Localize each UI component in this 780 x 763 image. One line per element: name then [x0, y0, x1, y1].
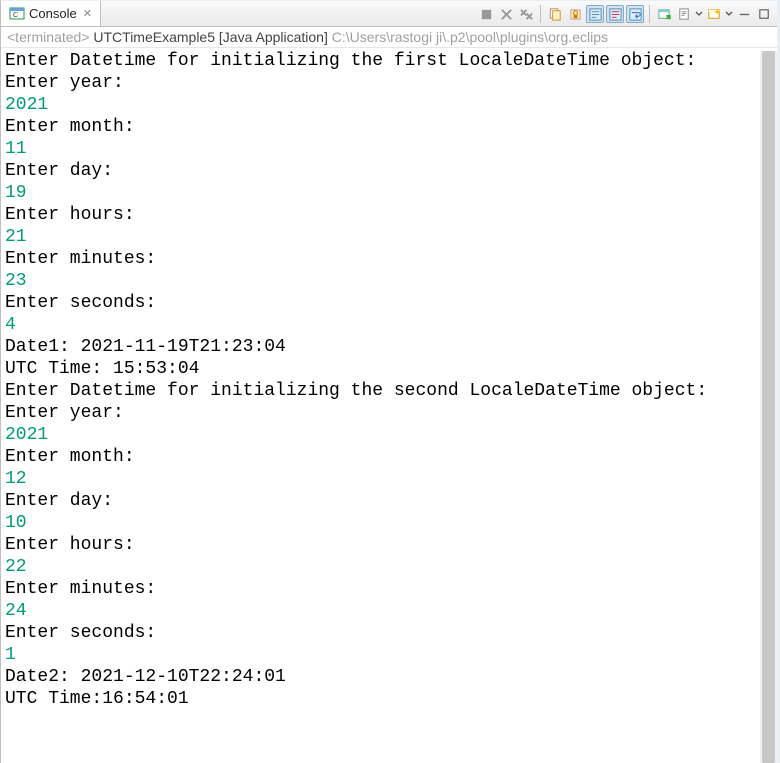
separator-icon [649, 5, 650, 23]
console-output[interactable]: Enter Datetime for initializing the firs… [1, 48, 777, 760]
console-output-line: Enter hours: [5, 534, 773, 556]
console-input-line: 10 [5, 512, 773, 534]
console-output-line: Enter year: [5, 402, 773, 424]
new-console-dropdown-button[interactable] [725, 5, 733, 23]
terminate-button[interactable] [477, 5, 495, 23]
console-output-line: Enter minutes: [5, 248, 773, 270]
clear-console-button[interactable] [546, 5, 564, 23]
console-output-line: Enter minutes: [5, 578, 773, 600]
minimize-view-button[interactable] [735, 5, 753, 23]
pin-console-button[interactable] [675, 5, 693, 23]
console-input-line: 1 [5, 644, 773, 666]
scrollbar-thumb[interactable] [762, 51, 775, 763]
console-input-line: 2021 [5, 424, 773, 446]
tab-bar: C Console ✕ [1, 1, 777, 27]
console-output-line: Date2: 2021-12-10T22:24:01 [5, 666, 773, 688]
console-input-line: 2021 [5, 94, 773, 116]
console-icon: C [9, 6, 25, 22]
console-output-line: Enter seconds: [5, 622, 773, 644]
console-input-line: 12 [5, 468, 773, 490]
show-stderr-button[interactable] [606, 5, 624, 23]
terminated-label: <terminated> [7, 29, 90, 45]
launch-path: C:\Users\rastogi ji\.p2\pool\plugins\org… [332, 29, 608, 45]
console-toolbar [477, 1, 773, 27]
new-console-button[interactable] [705, 5, 723, 23]
console-output-line: Enter year: [5, 72, 773, 94]
console-output-line: Enter seconds: [5, 292, 773, 314]
console-input-line: 23 [5, 270, 773, 292]
word-wrap-button[interactable] [626, 5, 644, 23]
show-stdout-button[interactable] [586, 5, 604, 23]
console-input-line: 24 [5, 600, 773, 622]
console-output-line: Enter day: [5, 160, 773, 182]
tab-title: Console [29, 6, 77, 21]
console-output-line: Enter month: [5, 116, 773, 138]
console-output-line: UTC Time: 15:53:04 [5, 358, 773, 380]
remove-launch-button[interactable] [497, 5, 515, 23]
svg-text:C: C [13, 12, 18, 19]
console-output-line: Enter day: [5, 490, 773, 512]
console-input-line: 22 [5, 556, 773, 578]
console-output-line: Enter month: [5, 446, 773, 468]
launch-name: UTCTimeExample5 [Java Application] [90, 29, 332, 45]
console-output-line: Enter hours: [5, 204, 773, 226]
console-input-line: 4 [5, 314, 773, 336]
console-input-line: 21 [5, 226, 773, 248]
vertical-scrollbar[interactable] [760, 51, 777, 763]
console-output-line: Date1: 2021-11-19T21:23:04 [5, 336, 773, 358]
console-output-line: Enter Datetime for initializing the firs… [5, 50, 773, 72]
scroll-lock-button[interactable] [566, 5, 584, 23]
tab-close-button[interactable]: ✕ [83, 7, 92, 20]
remove-all-launches-button[interactable] [517, 5, 535, 23]
console-input-line: 19 [5, 182, 773, 204]
separator-icon [540, 5, 541, 23]
console-dropdown-button[interactable] [695, 5, 703, 23]
console-output-line: Enter Datetime for initializing the seco… [5, 380, 773, 402]
console-input-line: 11 [5, 138, 773, 160]
maximize-view-button[interactable] [755, 5, 773, 23]
launch-info: <terminated> UTCTimeExample5 [Java Appli… [1, 27, 777, 48]
console-output-line: UTC Time:16:54:01 [5, 688, 773, 710]
console-tab[interactable]: C Console ✕ [1, 1, 101, 26]
open-console-button[interactable] [655, 5, 673, 23]
